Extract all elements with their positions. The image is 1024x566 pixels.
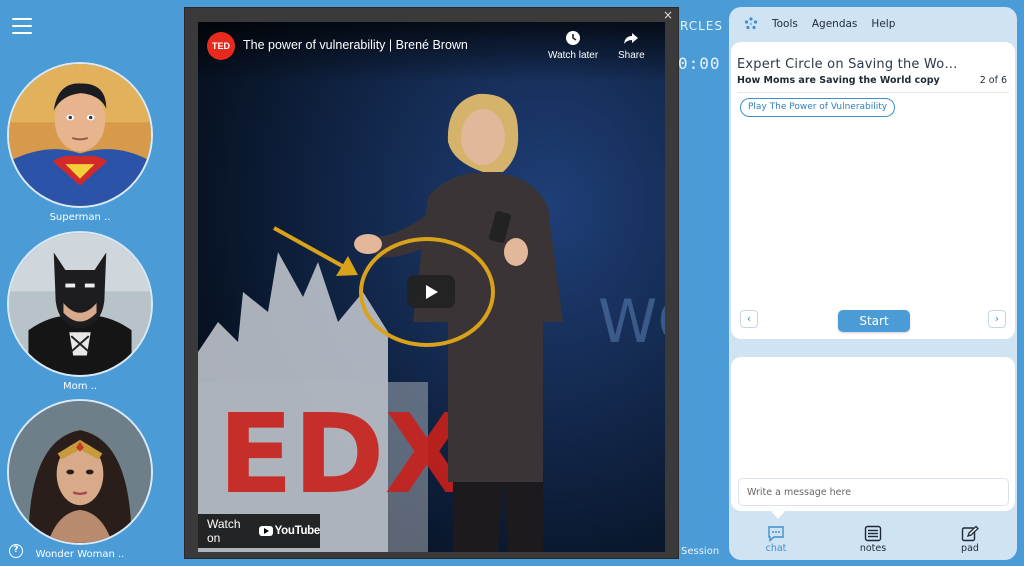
- tab-chat-label: chat: [765, 543, 787, 554]
- menu-tools[interactable]: Tools: [772, 18, 798, 30]
- participant-name: Superman ..: [49, 212, 111, 223]
- tab-chat[interactable]: chat: [746, 525, 806, 554]
- share-button[interactable]: Share: [618, 30, 645, 61]
- agenda-title: Expert Circle on Saving the Wor...: [737, 57, 959, 72]
- bottom-tabbar: chat notes pad: [729, 519, 1017, 560]
- agenda-card: Expert Circle on Saving the Wor... How M…: [731, 42, 1015, 339]
- start-button[interactable]: Start: [838, 310, 910, 332]
- menu-help[interactable]: Help: [871, 18, 895, 30]
- participant-superman[interactable]: Superman ..: [7, 62, 153, 223]
- menu-agendas[interactable]: Agendas: [812, 18, 858, 30]
- watch-later-button[interactable]: Watch later: [548, 30, 598, 61]
- tab-notes-label: notes: [859, 543, 887, 554]
- app-logo-icon[interactable]: [743, 16, 759, 32]
- session-timer: 0:00: [678, 54, 721, 73]
- notes-icon: [864, 525, 882, 542]
- ted-channel-logo[interactable]: TED: [207, 32, 235, 60]
- watch-later-label: Watch later: [548, 50, 599, 61]
- prev-step-button[interactable]: ‹: [740, 310, 758, 328]
- stage-letters: EDX: [218, 390, 469, 518]
- participant-wonder-woman[interactable]: Wonder Woman ..: [7, 399, 153, 560]
- youtube-player[interactable]: EDX WO TED The power of vulnerability | …: [198, 22, 665, 552]
- close-icon[interactable]: ×: [662, 9, 674, 21]
- pad-icon: [961, 525, 979, 542]
- panel-header: Tools Agendas Help: [729, 7, 1017, 41]
- youtube-wordmark: YouTube: [274, 525, 321, 537]
- message-input[interactable]: [738, 478, 1009, 506]
- youtube-logo: YouTube: [258, 525, 321, 537]
- participant-mom[interactable]: Mom ..: [7, 231, 153, 392]
- participant-name: Mom ..: [62, 381, 98, 392]
- batman-avatar: [7, 231, 153, 377]
- agenda-step-count: 2 of 6: [979, 75, 1007, 86]
- tab-pad-label: pad: [961, 543, 979, 554]
- share-label: Share: [618, 50, 645, 61]
- wonder-woman-avatar: [7, 399, 153, 545]
- next-step-button[interactable]: ›: [988, 310, 1006, 328]
- play-button[interactable]: [407, 275, 455, 308]
- tab-notes[interactable]: notes: [843, 525, 903, 554]
- participant-name: Wonder Woman ..: [35, 549, 125, 560]
- chat-icon: [768, 526, 784, 542]
- video-title[interactable]: The power of vulnerability | Brené Brown: [243, 38, 468, 52]
- watch-on-label: Watch on: [207, 517, 241, 545]
- share-icon: [624, 33, 639, 44]
- active-tab-pointer: [771, 511, 785, 519]
- activity-chip[interactable]: Play The Power of Vulnerability: [740, 98, 896, 117]
- hamburger-menu-icon[interactable]: [12, 18, 32, 34]
- agenda-subtitle: How Moms are Saving the World copy: [737, 75, 940, 86]
- watch-on-youtube-link[interactable]: Watch on YouTube: [198, 514, 320, 548]
- play-icon: [426, 285, 438, 299]
- tab-pad[interactable]: pad: [940, 525, 1000, 554]
- circles-label: RCLES: [680, 19, 724, 33]
- session-label: Session: [681, 546, 720, 557]
- youtube-play-icon: [258, 526, 273, 536]
- help-icon[interactable]: ?: [9, 544, 23, 558]
- stage-back-letters: WO: [598, 287, 665, 357]
- clock-icon: [566, 31, 581, 45]
- video-modal: × EDX WO TED: [184, 7, 679, 559]
- chat-card: [731, 357, 1015, 511]
- right-panel: Tools Agendas Help Expert Circle on Savi…: [729, 7, 1017, 560]
- top-menu: Tools Agendas Help: [772, 18, 895, 30]
- divider: [737, 92, 1009, 93]
- superman-avatar: [7, 62, 153, 208]
